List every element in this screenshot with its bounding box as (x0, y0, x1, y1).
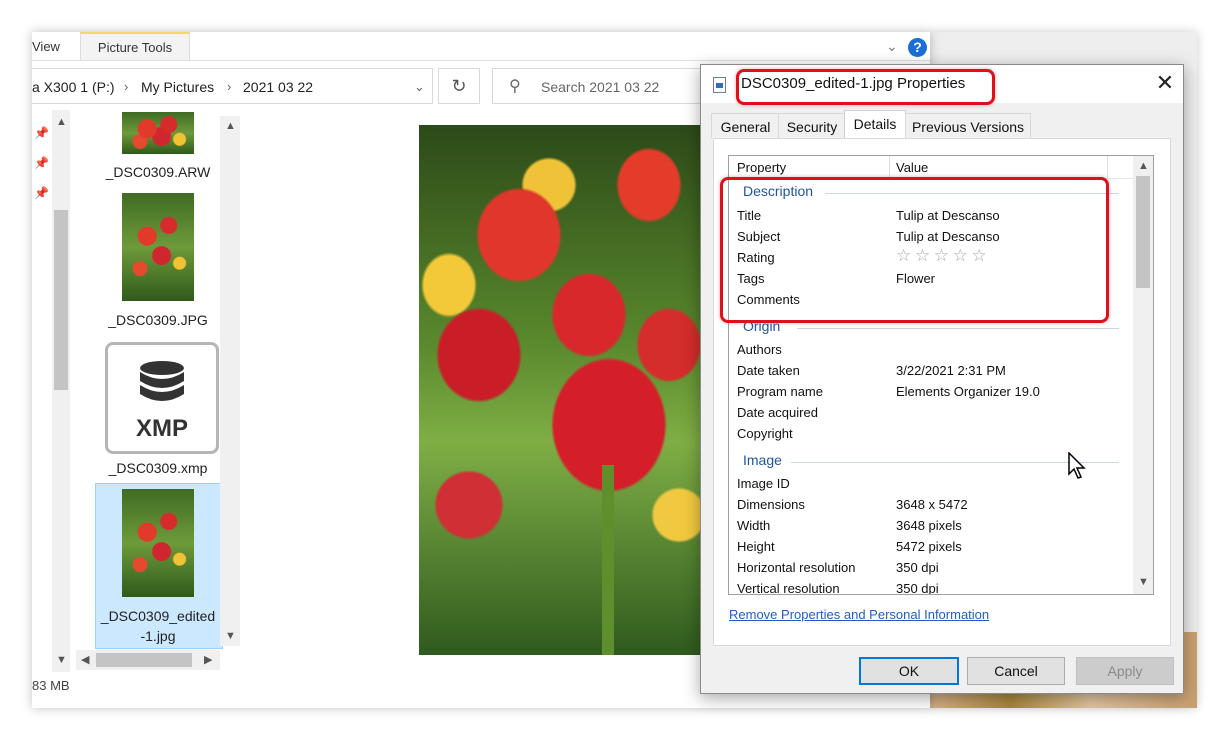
title-highlight-box (736, 69, 995, 105)
tab-general[interactable]: General (711, 113, 780, 138)
file-list-vertical-scrollbar[interactable]: ▲ ▼ (220, 116, 240, 646)
scroll-left-icon[interactable]: ◀ (81, 653, 89, 666)
ribbon-expand-chevron-icon[interactable]: ⌄ (886, 38, 898, 55)
status-bar-size: 83 MB (32, 678, 70, 693)
scroll-up-icon[interactable]: ▲ (225, 120, 236, 132)
address-dropdown-chevron-icon[interactable]: ⌄ (414, 69, 425, 103)
prop-name-dimensions: Dimensions (737, 497, 805, 512)
prop-name-date-acquired: Date acquired (737, 405, 818, 420)
tab-picture-tools[interactable]: Picture Tools (80, 32, 190, 60)
file-name[interactable]: _DSC0309.JPG (88, 311, 228, 329)
file-name-line1[interactable]: _DSC0309_edited (88, 607, 228, 625)
file-name-line2[interactable]: -1.jpg (88, 627, 228, 645)
file-thumbnail[interactable] (122, 112, 194, 154)
prop-name-image-id: Image ID (737, 476, 790, 491)
close-icon[interactable]: ✕ (1153, 71, 1177, 95)
tab-previous-versions[interactable]: Previous Versions (905, 113, 1031, 138)
property-scrollbar-thumb[interactable] (1136, 176, 1150, 288)
prop-name-horizontal-resolution: Horizontal resolution (737, 560, 856, 575)
prop-value-dimensions: 3648 x 5472 (896, 497, 968, 512)
navigation-scrollbar-thumb[interactable] (54, 210, 68, 390)
column-property[interactable]: Property (737, 156, 786, 178)
breadcrumb-separator-icon[interactable]: › (124, 69, 128, 103)
pin-icon[interactable]: 📌 (34, 156, 49, 170)
file-icon (713, 77, 726, 93)
section-image: Image (743, 452, 782, 468)
property-list-header: Property Value (729, 156, 1133, 179)
prop-value-vertical-resolution: 350 dpi (896, 581, 939, 595)
prop-name-width: Width (737, 518, 771, 533)
property-list-scrollbar[interactable]: ▲ ▼ (1133, 156, 1153, 594)
tulip-stem (602, 465, 614, 655)
horizontal-scrollbar-thumb[interactable] (96, 653, 192, 667)
prop-value-horizontal-resolution: 350 dpi (896, 560, 939, 575)
xmp-file-icon[interactable]: XMP (105, 342, 219, 454)
mouse-cursor-icon (1068, 452, 1086, 479)
ok-button[interactable]: OK (859, 657, 959, 685)
remove-properties-link[interactable]: Remove Properties and Personal Informati… (729, 607, 989, 622)
breadcrumb-separator-icon[interactable]: › (227, 69, 231, 103)
file-thumbnail[interactable] (122, 193, 194, 301)
file-name[interactable]: _DSC0309.xmp (88, 459, 228, 477)
search-input[interactable]: Search 2021 03 22 (541, 69, 659, 103)
tab-security[interactable]: Security (778, 113, 846, 138)
breadcrumb-drive[interactable]: a X300 1 (P:) (32, 69, 115, 103)
scroll-right-icon[interactable]: ▶ (204, 653, 212, 666)
breadcrumb-my-pictures[interactable]: My Pictures (141, 69, 214, 103)
tab-view[interactable]: View (32, 32, 60, 60)
address-bar[interactable]: a X300 1 (P:) › My Pictures › 2021 03 22… (32, 68, 433, 104)
database-icon (140, 361, 184, 401)
ribbon-bar: View Picture Tools ⌄ ? (32, 32, 930, 61)
prop-name-height: Height (737, 539, 775, 554)
column-divider[interactable] (889, 156, 890, 178)
search-icon: ⚲ (509, 78, 521, 95)
breadcrumb-current-folder[interactable]: 2021 03 22 (243, 69, 313, 103)
scroll-up-icon[interactable]: ▲ (1138, 160, 1149, 172)
scroll-down-icon[interactable]: ▼ (1138, 576, 1149, 588)
apply-button[interactable]: Apply (1076, 657, 1174, 685)
file-name[interactable]: _DSC0309.ARW (88, 163, 228, 181)
prop-name-authors: Authors (737, 342, 782, 357)
scroll-down-icon[interactable]: ▼ (225, 630, 236, 642)
refresh-icon[interactable]: ↻ (438, 68, 480, 104)
properties-dialog: DSC0309_edited-1.jpg Properties ✕ Genera… (700, 64, 1184, 694)
prop-name-date-taken: Date taken (737, 363, 800, 378)
help-icon[interactable]: ? (908, 38, 927, 57)
navigation-scrollbar[interactable]: ▲ ▼ (52, 110, 70, 672)
xmp-icon-label: XMP (135, 415, 188, 442)
column-divider[interactable] (1107, 156, 1108, 178)
file-list-horizontal-scrollbar[interactable]: ◀ ▶ (76, 650, 220, 670)
prop-name-vertical-resolution: Vertical resolution (737, 581, 840, 595)
cancel-button[interactable]: Cancel (967, 657, 1065, 685)
pin-icon[interactable]: 📌 (34, 186, 49, 200)
scroll-up-icon[interactable]: ▲ (56, 116, 67, 128)
scroll-down-icon[interactable]: ▼ (56, 654, 67, 666)
tab-details[interactable]: Details (844, 110, 906, 139)
prop-value-height: 5472 pixels (896, 539, 962, 554)
prop-value-program-name[interactable]: Elements Organizer 19.0 (896, 384, 1040, 399)
section-divider (797, 328, 1119, 329)
prop-name-copyright: Copyright (737, 426, 793, 441)
file-thumbnail-selected[interactable] (122, 489, 194, 597)
prop-value-date-taken[interactable]: 3/22/2021 2:31 PM (896, 363, 1006, 378)
pin-icon[interactable]: 📌 (34, 126, 49, 140)
image-preview-pane (419, 125, 703, 655)
description-highlight-box (720, 177, 1109, 323)
column-value[interactable]: Value (896, 156, 928, 178)
prop-name-program-name: Program name (737, 384, 823, 399)
prop-value-width: 3648 pixels (896, 518, 962, 533)
